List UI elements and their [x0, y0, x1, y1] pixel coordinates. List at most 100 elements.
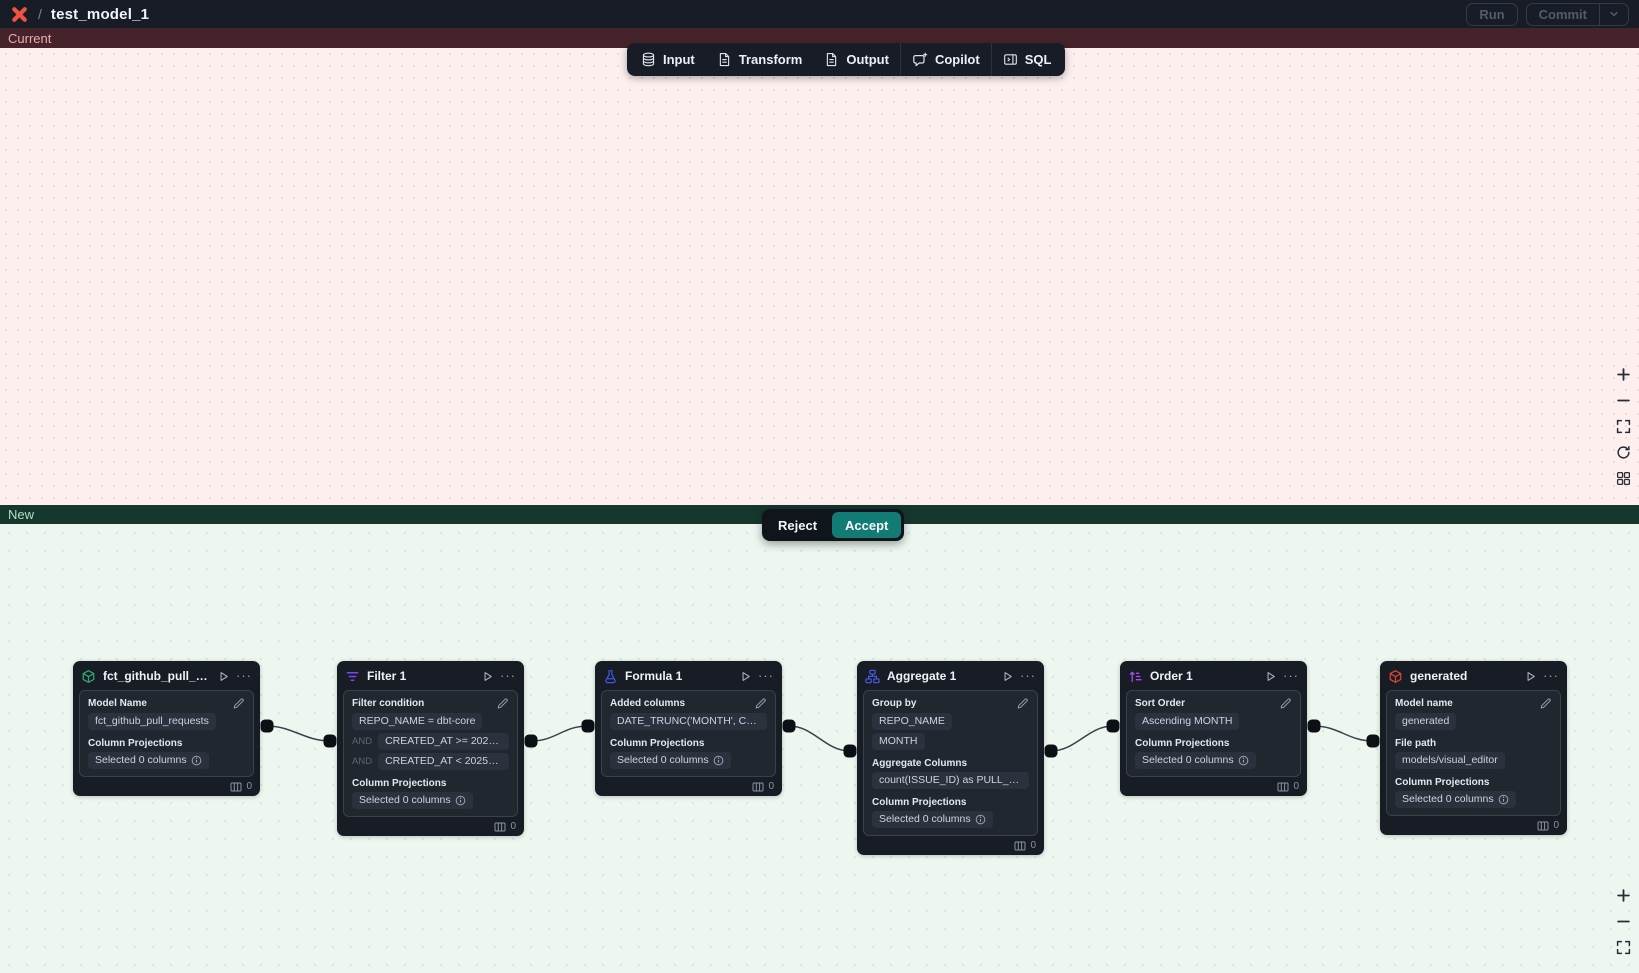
toolbar-output-button[interactable]: Output [813, 43, 900, 76]
toolbar-sql-button[interactable]: SQL [992, 43, 1063, 76]
toolbar-transform-label: Transform [739, 52, 803, 67]
edit-icon[interactable] [1539, 697, 1552, 710]
node-order-1[interactable]: Order 1 ··· Sort Order Ascending MONTH C… [1120, 661, 1307, 796]
value-pill[interactable]: MONTH [872, 733, 925, 750]
cube-icon [81, 669, 96, 684]
run-button[interactable]: Run [1466, 3, 1517, 26]
node-formula-1[interactable]: Formula 1 ··· Added columns DATE_TRUNC('… [595, 661, 782, 796]
play-icon[interactable] [217, 670, 230, 683]
accept-button[interactable]: Accept [832, 512, 901, 538]
more-menu-icon[interactable]: ··· [758, 671, 774, 681]
value-pill[interactable]: DATE_TRUNC('MONTH', CREATED_AT… [610, 713, 767, 730]
zoom-out-button[interactable] [1613, 911, 1633, 931]
node-title: fct_github_pull_requests [103, 669, 210, 683]
value-pill[interactable]: Ascending MONTH [1135, 713, 1239, 730]
toolbar-output-label: Output [846, 52, 889, 67]
value-pill[interactable]: Selected 0 columns [872, 811, 993, 828]
node-body: Added columns DATE_TRUNC('MONTH', CREATE… [601, 690, 776, 777]
more-menu-icon[interactable]: ··· [1020, 671, 1036, 681]
new-canvas[interactable]: fct_github_pull_requests ··· Model Name … [0, 524, 1639, 973]
field-label: Column Projections [610, 738, 704, 749]
node-footer: 0 [337, 817, 524, 836]
visual-editor-app: / test_model_1 Run Commit Current [0, 0, 1639, 973]
field-label: Sort Order [1135, 698, 1185, 709]
node-title: generated [1410, 669, 1517, 683]
toolbar-transform-button[interactable]: Transform [706, 43, 814, 76]
connection-handle [582, 720, 595, 733]
value-pill[interactable]: CREATED_AT >= 2024-12-01 [378, 733, 509, 750]
node-header[interactable]: fct_github_pull_requests ··· [73, 664, 260, 688]
node-aggregate-1[interactable]: Aggregate 1 ··· Group by REPO_NAME MONTH… [857, 661, 1044, 855]
toolbar-copilot-button[interactable]: Copilot [901, 43, 991, 76]
more-menu-icon[interactable]: ··· [1543, 671, 1559, 681]
node-header[interactable]: Aggregate 1 ··· [857, 664, 1044, 688]
more-menu-icon[interactable]: ··· [236, 671, 252, 681]
node-header[interactable]: Formula 1 ··· [595, 664, 782, 688]
edge-2 [531, 726, 588, 741]
node-header[interactable]: generated ··· [1380, 664, 1567, 688]
commit-button[interactable]: Commit [1526, 3, 1629, 26]
value-pill[interactable]: REPO_NAME = dbt-core [352, 713, 482, 730]
value-pill[interactable]: Selected 0 columns [610, 752, 731, 769]
filter-icon [345, 669, 360, 684]
play-icon[interactable] [1524, 670, 1537, 683]
node-fct-github-pull-requests[interactable]: fct_github_pull_requests ··· Model Name … [73, 661, 260, 796]
value-pill[interactable]: generated [1395, 713, 1456, 730]
value-pill[interactable]: Selected 0 columns [1135, 752, 1256, 769]
edit-icon[interactable] [1016, 697, 1029, 710]
field-label: Column Projections [872, 797, 966, 808]
edit-icon[interactable] [232, 697, 245, 710]
refresh-layout-button[interactable] [1613, 442, 1633, 462]
play-icon[interactable] [481, 670, 494, 683]
field: Model name generated [1395, 697, 1552, 730]
commit-menu-button[interactable] [1599, 4, 1628, 25]
top-bar: / test_model_1 Run Commit [0, 0, 1639, 28]
value-pill[interactable]: CREATED_AT < 2025-03-01 [378, 753, 509, 770]
value-pill[interactable]: models/visual_editor [1395, 752, 1505, 769]
value-pill[interactable]: Selected 0 columns [352, 792, 473, 809]
table-columns-icon [230, 781, 242, 793]
value-pill[interactable]: Selected 0 columns [1395, 791, 1516, 808]
connection-handle [261, 720, 274, 733]
fit-view-button[interactable] [1613, 937, 1633, 957]
edge-1 [267, 726, 330, 741]
play-icon[interactable] [1001, 670, 1014, 683]
edit-icon[interactable] [754, 697, 767, 710]
zoom-in-button[interactable] [1613, 885, 1633, 905]
current-canvas[interactable] [0, 48, 1639, 505]
field-label: Column Projections [1395, 777, 1489, 788]
value-pill[interactable]: REPO_NAME [872, 713, 952, 730]
zoom-out-button[interactable] [1613, 390, 1633, 410]
field-label: Column Projections [1135, 738, 1229, 749]
node-filter-1[interactable]: Filter 1 ··· Filter condition REPO_NAME … [337, 661, 524, 836]
topbar-actions: Run Commit [1466, 3, 1629, 26]
node-title: Formula 1 [625, 669, 732, 683]
info-icon [975, 814, 986, 825]
node-header[interactable]: Filter 1 ··· [337, 664, 524, 688]
field-label: Filter condition [352, 698, 424, 709]
info-icon [455, 795, 466, 806]
value-pill[interactable]: count(ISSUE_ID) as PULL_REQUEST_… [872, 772, 1029, 789]
app-logo-icon[interactable] [10, 5, 29, 24]
row-count: 0 [1030, 840, 1036, 851]
node-generated[interactable]: generated ··· Model name generated File … [1380, 661, 1567, 835]
play-icon[interactable] [739, 670, 752, 683]
reject-button[interactable]: Reject [765, 512, 830, 538]
edit-icon[interactable] [1279, 697, 1292, 710]
connection-handle [783, 720, 796, 733]
fit-view-button[interactable] [1613, 416, 1633, 436]
zoom-out-icon [1616, 393, 1631, 408]
edge-5 [1314, 726, 1373, 741]
value-pill[interactable]: fct_github_pull_requests [88, 713, 216, 730]
node-header[interactable]: Order 1 ··· [1120, 664, 1307, 688]
more-menu-icon[interactable]: ··· [1283, 671, 1299, 681]
value-pill[interactable]: Selected 0 columns [88, 752, 209, 769]
play-icon[interactable] [1264, 670, 1277, 683]
edit-icon[interactable] [496, 697, 509, 710]
field: Aggregate Columns count(ISSUE_ID) as PUL… [872, 758, 1029, 789]
toolbar-input-button[interactable]: Input [630, 43, 706, 76]
grid-toggle-button[interactable] [1613, 468, 1633, 488]
chevron-down-icon [1608, 8, 1620, 20]
zoom-in-button[interactable] [1613, 364, 1633, 384]
more-menu-icon[interactable]: ··· [500, 671, 516, 681]
